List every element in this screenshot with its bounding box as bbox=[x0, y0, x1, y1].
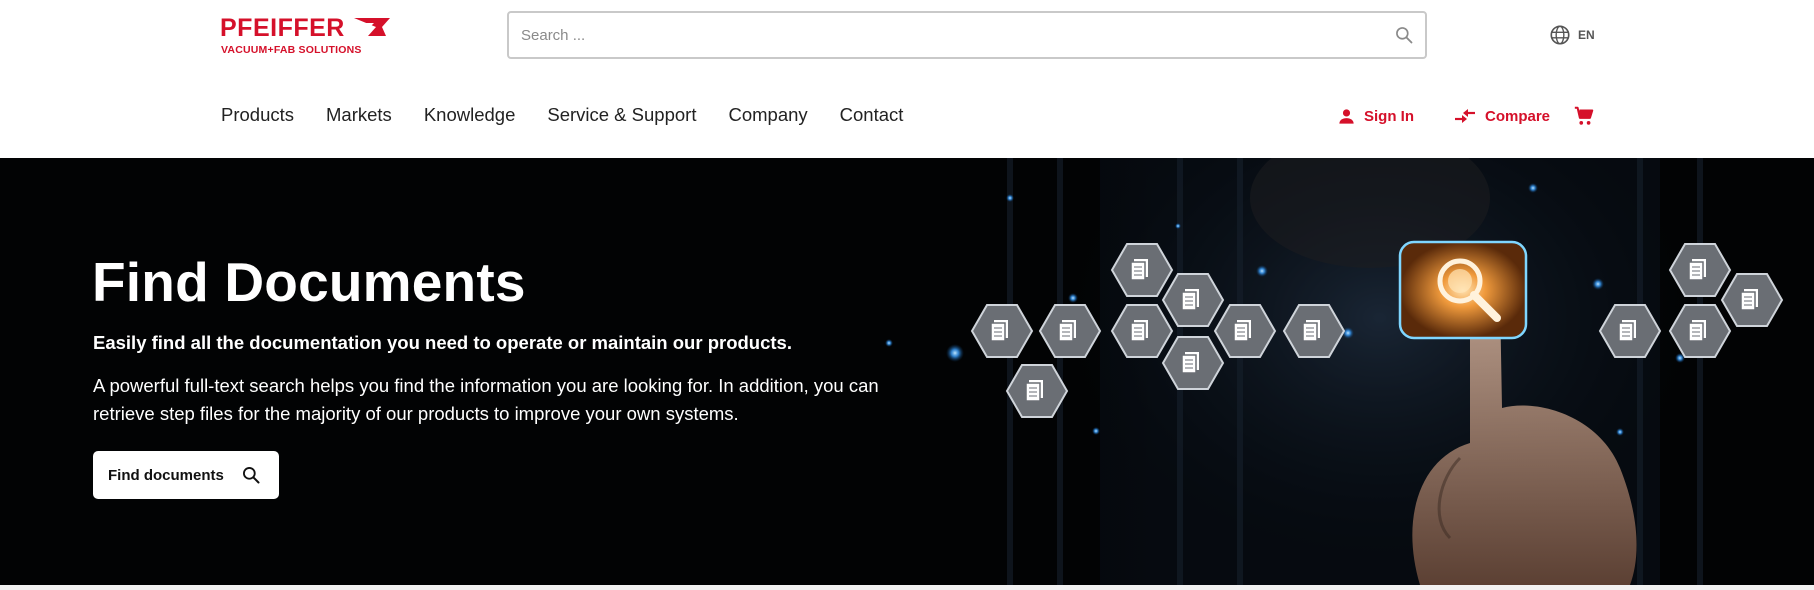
logo-wordmark: PFEIFFER bbox=[220, 14, 345, 42]
sign-in-label: Sign In bbox=[1364, 107, 1414, 125]
cart-container bbox=[1573, 102, 1603, 130]
cart-icon bbox=[1574, 106, 1594, 125]
language-selector[interactable]: EN bbox=[1549, 23, 1595, 47]
logo-wing-icon bbox=[354, 18, 390, 36]
globe-icon bbox=[1550, 25, 1570, 45]
nav-company[interactable]: Company bbox=[728, 104, 807, 126]
sign-in-container: Sign In bbox=[1337, 102, 1414, 130]
compare-label: Compare bbox=[1485, 107, 1551, 125]
user-icon bbox=[1339, 108, 1354, 124]
nav-service-support[interactable]: Service & Support bbox=[547, 104, 696, 126]
language-label: EN bbox=[1578, 28, 1595, 42]
nav-markets[interactable]: Markets bbox=[326, 104, 392, 126]
site-header: PFEIFFER VACUUM+FAB SOLUTIONS EN Product… bbox=[0, 0, 1814, 158]
site-search bbox=[507, 11, 1427, 59]
sign-in-link[interactable]: Sign In bbox=[1337, 107, 1414, 126]
compare-link[interactable]: Compare bbox=[1453, 107, 1550, 125]
hero-title: Find Documents bbox=[92, 251, 526, 313]
hero-banner: Find Documents Easily find all the docum… bbox=[0, 158, 1814, 585]
compare-container: Compare bbox=[1453, 102, 1550, 130]
find-documents-button[interactable]: Find documents bbox=[93, 451, 279, 499]
search-icon bbox=[1396, 27, 1413, 44]
compare-arrows-icon bbox=[1455, 109, 1475, 123]
search-button[interactable] bbox=[1391, 22, 1417, 48]
main-navigation: Products Markets Knowledge Service & Sup… bbox=[221, 104, 935, 126]
logo-subline: VACUUM+FAB SOLUTIONS bbox=[221, 44, 362, 56]
nav-products[interactable]: Products bbox=[221, 104, 294, 126]
cart-button[interactable] bbox=[1573, 105, 1603, 127]
nav-knowledge[interactable]: Knowledge bbox=[424, 104, 516, 126]
find-documents-label: Find documents bbox=[108, 466, 224, 484]
hero-description: A powerful full-text search helps you fi… bbox=[93, 375, 879, 424]
nav-contact[interactable]: Contact bbox=[840, 104, 904, 126]
search-input[interactable] bbox=[521, 13, 1371, 57]
pfeiffer-logo[interactable]: PFEIFFER VACUUM+FAB SOLUTIONS bbox=[220, 14, 390, 58]
search-icon bbox=[243, 467, 260, 484]
hero-subtitle: Easily find all the documentation you ne… bbox=[93, 332, 792, 353]
page-divider bbox=[0, 585, 1814, 590]
